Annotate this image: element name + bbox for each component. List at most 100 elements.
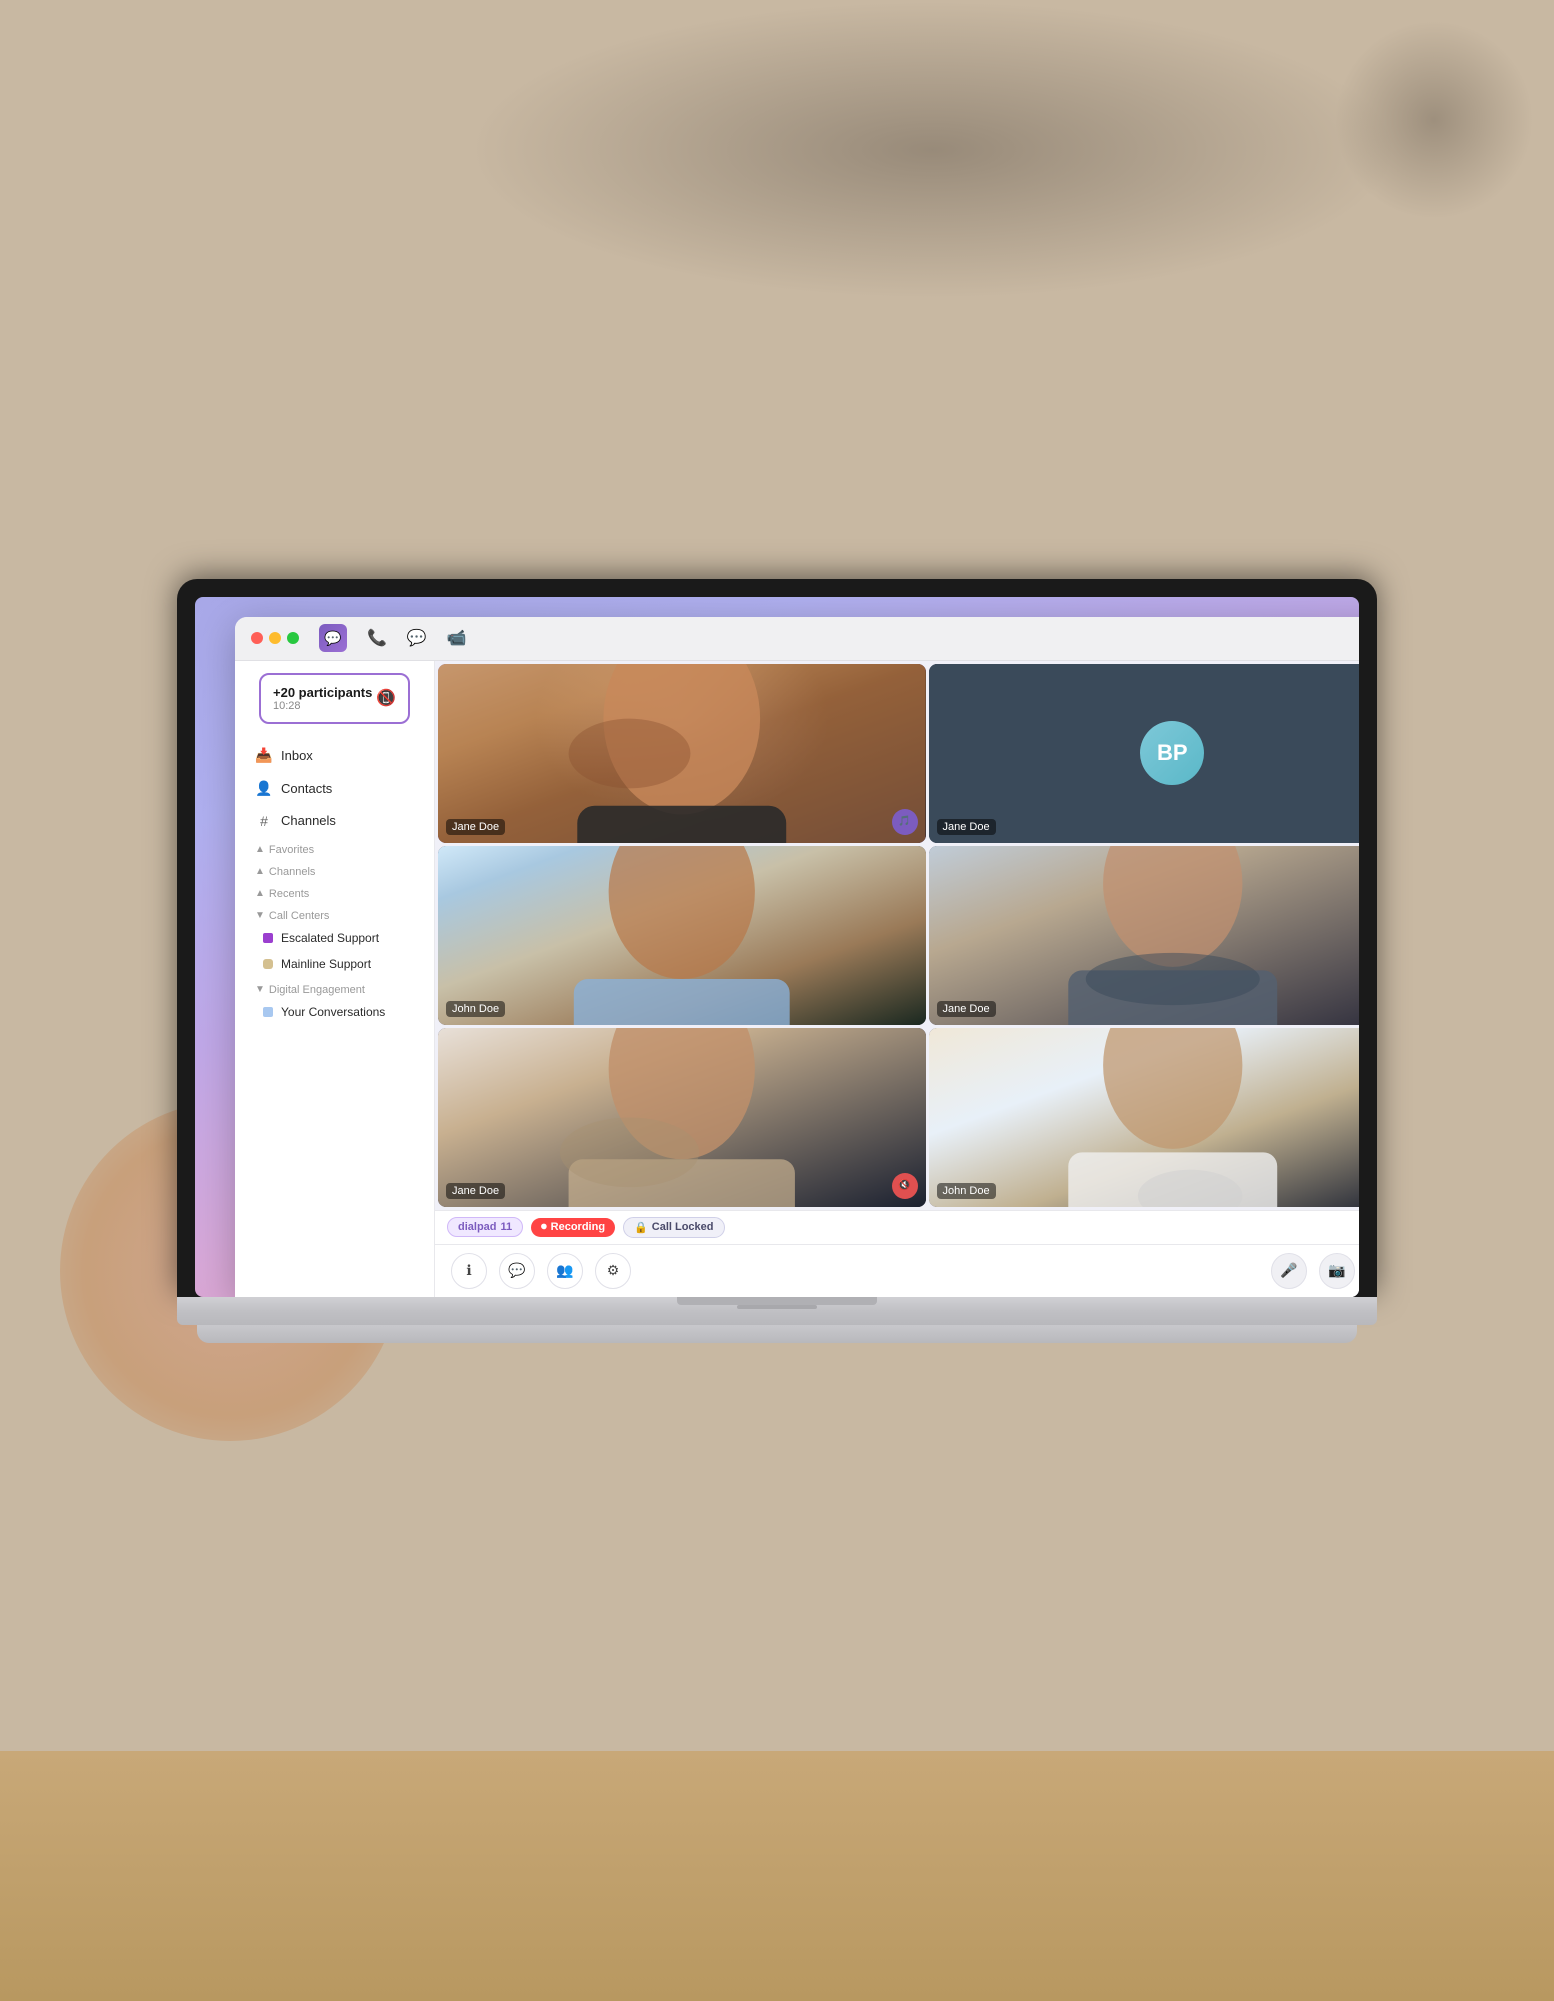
mainline-support-dot bbox=[263, 959, 273, 969]
tile-name-bp: Jane Doe bbox=[943, 821, 990, 833]
video-tile-john-2[interactable]: John Doe bbox=[929, 1028, 1360, 1207]
bp-initials: BP bbox=[1157, 740, 1188, 766]
mic-muted-icon: 🔇 bbox=[898, 1180, 910, 1191]
participants-button[interactable]: 👥 bbox=[547, 1253, 583, 1289]
tile-label-jane-2: Jane Doe bbox=[937, 1001, 996, 1017]
sidebar-item-channels[interactable]: # Channels bbox=[247, 806, 422, 836]
dialpad-badge[interactable]: dialpad 11 bbox=[447, 1217, 523, 1237]
call-end-icon[interactable]: 📵 bbox=[376, 688, 396, 708]
mic-active-badge-jane-1: 🎵 bbox=[892, 809, 918, 835]
tile-name-jane-1: Jane Doe bbox=[452, 821, 499, 833]
bp-avatar: BP bbox=[1140, 721, 1204, 785]
escalated-support-dot bbox=[263, 933, 273, 943]
info-button[interactable]: ℹ bbox=[451, 1253, 487, 1289]
control-group-right: 🎤 📷 ⛶ bbox=[1271, 1253, 1359, 1289]
video-tile-jane-1[interactable]: Jane Doe 🎵 bbox=[438, 664, 926, 843]
call-centers-label: Call Centers bbox=[269, 910, 330, 922]
tile-name-john-2: John Doe bbox=[943, 1185, 990, 1197]
laptop-bottom bbox=[197, 1325, 1357, 1343]
person-video-jane-3 bbox=[438, 1028, 926, 1207]
close-button[interactable] bbox=[251, 632, 263, 644]
chevron-icon: ▼ bbox=[255, 984, 265, 995]
logo-icon: 💬 bbox=[324, 630, 341, 647]
inbox-label: Inbox bbox=[281, 748, 313, 763]
video-icon[interactable]: 📹 bbox=[447, 628, 467, 648]
video-tile-jane-2[interactable]: Jane Doe bbox=[929, 846, 1360, 1025]
person-silhouette-jane-3 bbox=[438, 1028, 926, 1207]
laptop-screen-outer: 💬 📞 💬 📹 🔍 bbox=[177, 579, 1377, 1297]
group-recents[interactable]: ▲ Recents bbox=[247, 882, 422, 904]
video-tile-john-1[interactable]: John Doe bbox=[438, 846, 926, 1025]
sidebar-item-mainline-support[interactable]: Mainline Support bbox=[247, 952, 422, 976]
maximize-button[interactable] bbox=[287, 632, 299, 644]
title-bar-icons: 📞 💬 📹 bbox=[367, 628, 467, 648]
tile-name-jane-3: Jane Doe bbox=[452, 1185, 499, 1197]
status-bar: dialpad 11 ⏺ Recording 🔒 Call Locked bbox=[435, 1210, 1359, 1244]
group-channels[interactable]: ▲ Channels bbox=[247, 860, 422, 882]
video-tile-bp[interactable]: BP Jane Doe bbox=[929, 664, 1360, 843]
recording-label: Recording bbox=[551, 1221, 605, 1233]
mute-camera-button[interactable]: 📷 bbox=[1319, 1253, 1355, 1289]
mic-muted-badge-jane-3: 🔇 bbox=[892, 1173, 918, 1199]
mainline-support-label: Mainline Support bbox=[281, 957, 371, 971]
call-participants-label: +20 participants bbox=[273, 685, 372, 700]
tile-mic-jane-3: 🔇 bbox=[892, 1173, 918, 1199]
tile-name-john-1: John Doe bbox=[452, 1003, 499, 1015]
laptop-notch bbox=[737, 1305, 817, 1309]
group-favorites[interactable]: ▲ Favorites bbox=[247, 838, 422, 860]
contacts-label: Contacts bbox=[281, 781, 332, 796]
control-group-left: ℹ 💬 👥 ⚙ bbox=[451, 1253, 631, 1289]
sidebar-item-inbox[interactable]: 📥 Inbox bbox=[247, 740, 422, 771]
video-grid: Jane Doe 🎵 bbox=[435, 661, 1359, 1210]
tile-label-jane-3: Jane Doe bbox=[446, 1183, 505, 1199]
chat-button[interactable]: 💬 bbox=[499, 1253, 535, 1289]
mic-wave-icon: 🎵 bbox=[898, 816, 910, 827]
chat-icon: 💬 bbox=[508, 1262, 525, 1279]
sidebar: +20 participants 10:28 📵 📥 Inbox bbox=[235, 661, 435, 1297]
person-silhouette-jane-2 bbox=[929, 846, 1360, 1025]
person-video-jane-1 bbox=[438, 664, 926, 843]
participants-icon: 👥 bbox=[556, 1262, 573, 1279]
chevron-icon: ▲ bbox=[255, 888, 265, 899]
video-area: Jane Doe 🎵 bbox=[435, 661, 1359, 1297]
sidebar-item-contacts[interactable]: 👤 Contacts bbox=[247, 773, 422, 804]
lock-icon: 🔒 bbox=[634, 1221, 648, 1234]
mute-camera-icon: 📷 bbox=[1328, 1262, 1345, 1279]
channels-label: Channels bbox=[281, 813, 336, 828]
tile-name-jane-2: Jane Doe bbox=[943, 1003, 990, 1015]
active-call-card[interactable]: +20 participants 10:28 📵 bbox=[259, 673, 410, 724]
sliders-icon: ⚙ bbox=[607, 1262, 620, 1279]
laptop-base bbox=[177, 1297, 1377, 1325]
bg-shadow-top bbox=[466, 0, 1398, 300]
person-video-john-2 bbox=[929, 1028, 1360, 1207]
main-content: +20 participants 10:28 📵 📥 Inbox bbox=[235, 661, 1359, 1297]
phone-icon[interactable]: 📞 bbox=[367, 628, 387, 648]
window-controls bbox=[251, 632, 299, 644]
call-locked-badge[interactable]: 🔒 Call Locked bbox=[623, 1217, 724, 1238]
favorites-label: Favorites bbox=[269, 844, 314, 856]
your-conversations-label: Your Conversations bbox=[281, 1005, 385, 1019]
video-tile-jane-3[interactable]: Jane Doe 🔇 bbox=[438, 1028, 926, 1207]
tile-label-john-2: John Doe bbox=[937, 1183, 996, 1199]
tile-label-john-1: John Doe bbox=[446, 1001, 505, 1017]
recording-badge[interactable]: ⏺ Recording bbox=[531, 1218, 615, 1237]
sidebar-item-escalated-support[interactable]: Escalated Support bbox=[247, 926, 422, 950]
person-silhouette-john-2 bbox=[929, 1028, 1360, 1207]
more-settings-button[interactable]: ⚙ bbox=[595, 1253, 631, 1289]
minimize-button[interactable] bbox=[269, 632, 281, 644]
laptop-hinge bbox=[677, 1297, 877, 1305]
group-digital-engagement[interactable]: ▼ Digital Engagement bbox=[247, 978, 422, 1000]
desk-surface bbox=[0, 1751, 1554, 2001]
recording-dot-icon: ⏺ bbox=[541, 1221, 547, 1234]
sidebar-item-your-conversations[interactable]: Your Conversations bbox=[247, 1000, 422, 1024]
message-icon[interactable]: 💬 bbox=[407, 628, 427, 648]
sidebar-groups: ▲ Favorites ▲ Channels ▲ Recents bbox=[235, 838, 434, 1026]
your-conversations-dot bbox=[263, 1007, 273, 1017]
dialpad-count: 11 bbox=[501, 1221, 513, 1233]
person-silhouette-john-1 bbox=[438, 846, 926, 1025]
mute-mic-button[interactable]: 🎤 bbox=[1271, 1253, 1307, 1289]
group-call-centers[interactable]: ▼ Call Centers bbox=[247, 904, 422, 926]
call-locked-label: Call Locked bbox=[652, 1221, 714, 1233]
person-video-john-1 bbox=[438, 846, 926, 1025]
channels-icon: # bbox=[255, 813, 273, 829]
